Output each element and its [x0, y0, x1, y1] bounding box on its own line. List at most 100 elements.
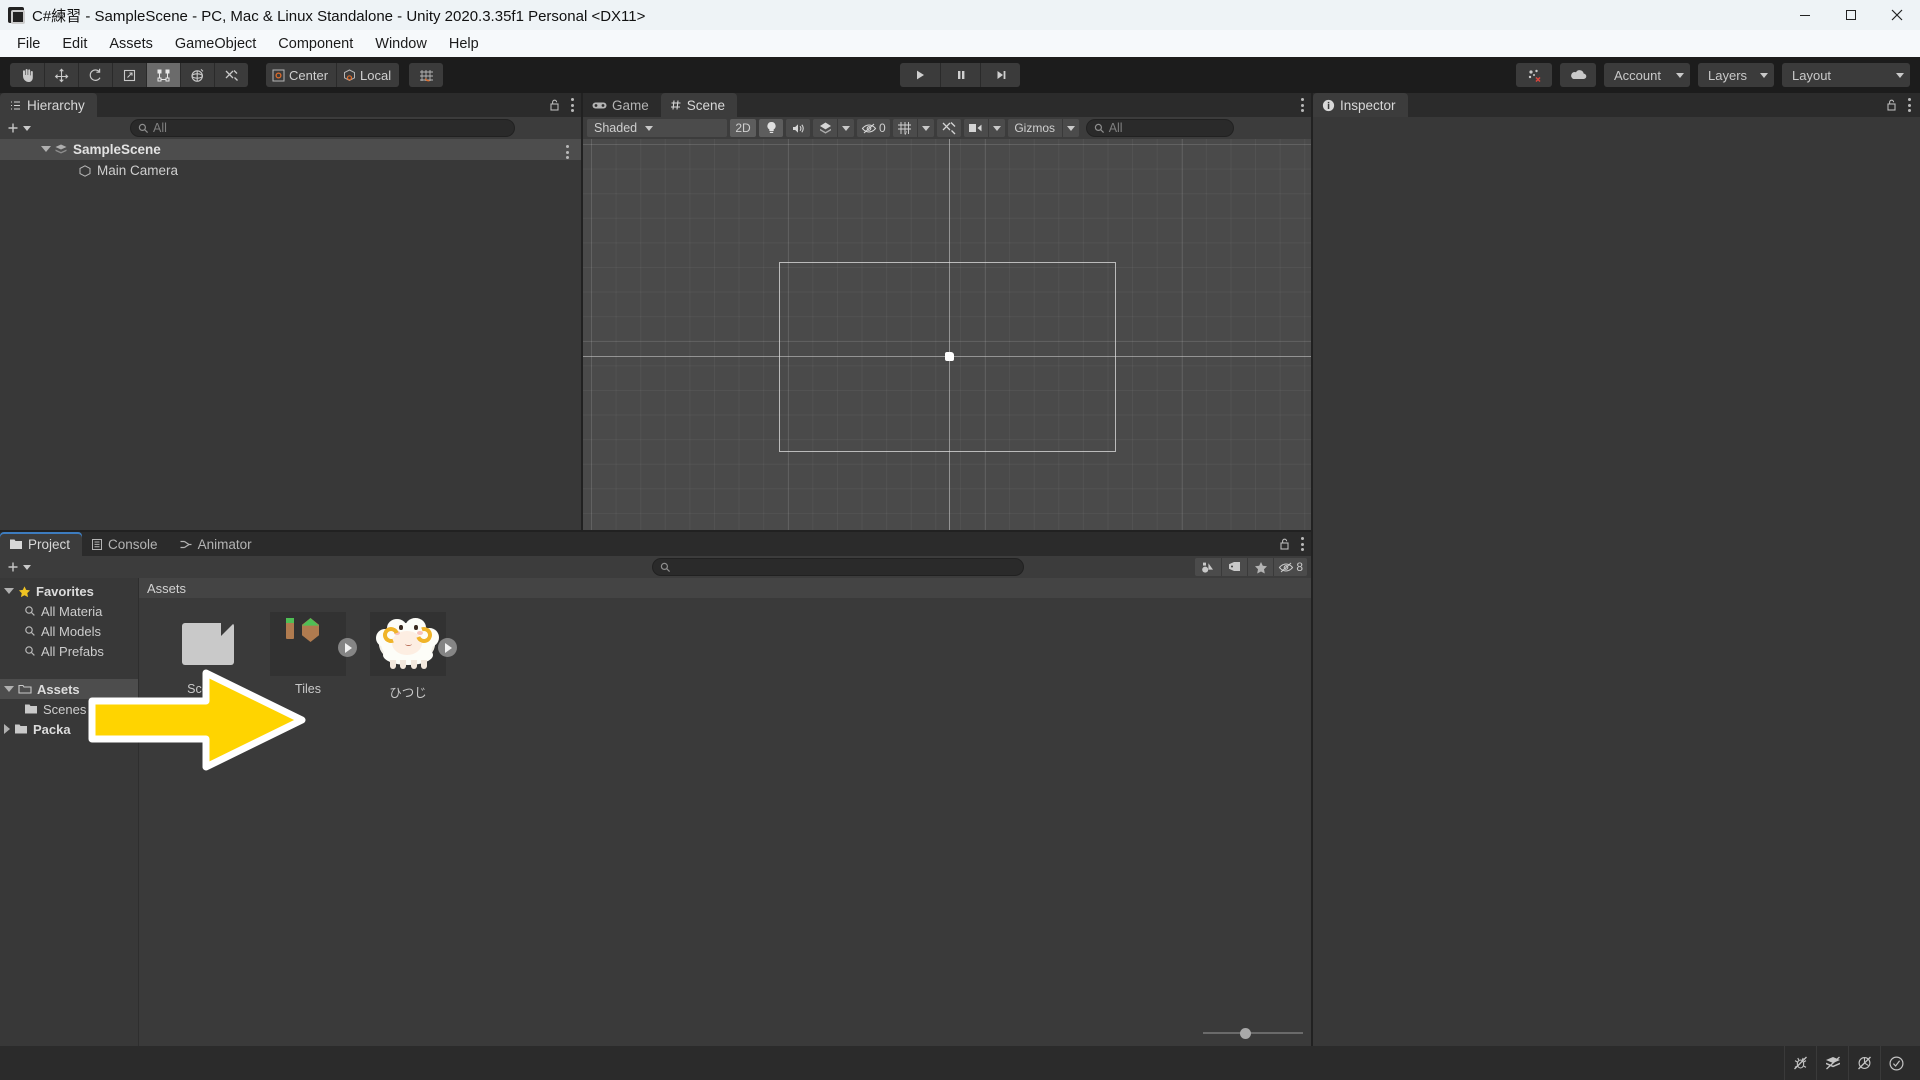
project-search-input[interactable]: [652, 558, 1024, 576]
chevron-down-icon[interactable]: [4, 588, 14, 594]
lock-icon[interactable]: [548, 98, 561, 112]
tree-item-assets[interactable]: Assets: [0, 679, 138, 699]
asset-item-tiles[interactable]: Tiles: [267, 612, 349, 701]
menu-gameobject[interactable]: GameObject: [164, 33, 267, 55]
panel-menu-icon[interactable]: [1301, 537, 1304, 551]
effects-dropdown-arrow[interactable]: [837, 119, 854, 137]
maximize-button[interactable]: [1828, 0, 1874, 30]
asset-zoom-slider[interactable]: [1203, 1026, 1303, 1040]
chevron-down-icon[interactable]: [41, 146, 51, 152]
grid-visibility-icon[interactable]: y: [893, 119, 917, 137]
tree-item-packages[interactable]: Packa: [0, 719, 138, 739]
chevron-down-icon[interactable]: [4, 686, 14, 692]
hidden-objects-toggle[interactable]: 0: [857, 119, 890, 137]
component-tools-icon[interactable]: [937, 119, 961, 137]
draw-mode-dropdown[interactable]: Shaded: [587, 119, 727, 137]
gizmos-dropdown-arrow[interactable]: [1062, 119, 1079, 137]
clear-on-play-icon[interactable]: [1848, 1046, 1880, 1080]
tab-project[interactable]: Project: [0, 532, 82, 556]
panel-menu-icon[interactable]: [1908, 98, 1911, 112]
scene-viewport[interactable]: [583, 139, 1313, 556]
chevron-down-icon: [1067, 126, 1075, 131]
slider-handle[interactable]: [1240, 1028, 1251, 1039]
scene-lighting-icon[interactable]: [759, 119, 783, 137]
tab-animator[interactable]: Animator: [170, 532, 264, 556]
menu-assets[interactable]: Assets: [98, 33, 164, 55]
ok-check-icon[interactable]: [1880, 1046, 1912, 1080]
menu-window[interactable]: Window: [364, 33, 438, 55]
search-by-label-icon[interactable]: [1221, 558, 1247, 576]
scene-audio-icon[interactable]: [786, 119, 810, 137]
debug-bug-icon[interactable]: [1784, 1046, 1816, 1080]
tree-item-scenes[interactable]: Scenes: [0, 699, 138, 719]
project-hidden-toggle[interactable]: 8: [1273, 558, 1307, 576]
toggle-2d-button[interactable]: 2D: [730, 119, 756, 137]
asset-item-hitsuji[interactable]: ひつじ: [367, 612, 449, 701]
expand-subassets-icon[interactable]: [338, 638, 357, 657]
tab-inspector[interactable]: Inspector: [1313, 93, 1408, 117]
tab-console[interactable]: Console: [82, 532, 170, 556]
tab-game[interactable]: Game: [583, 93, 661, 117]
inspector-tabrow: Inspector: [1313, 93, 1920, 117]
layout-dropdown[interactable]: Layout: [1782, 63, 1910, 87]
chevron-right-icon[interactable]: [4, 724, 10, 734]
divider-scene-project[interactable]: [0, 530, 1311, 532]
cloud-icon[interactable]: [1560, 63, 1596, 87]
hand-tool-icon[interactable]: [10, 63, 44, 87]
tree-item-all-materials[interactable]: All Materia: [0, 601, 138, 621]
grid-dropdown-arrow[interactable]: [917, 119, 934, 137]
toolbar-right-group: Account Layers Layout: [1516, 63, 1910, 87]
move-tool-icon[interactable]: [44, 63, 78, 87]
favorites-star-icon[interactable]: [1247, 558, 1273, 576]
tree-item-all-models[interactable]: All Models: [0, 621, 138, 641]
scene-camera-dropdown-arrow[interactable]: [988, 119, 1005, 137]
tree-item-all-prefabs[interactable]: All Prefabs: [0, 641, 138, 661]
grid-snap-icon[interactable]: [409, 63, 443, 87]
transform-tool-icon[interactable]: [180, 63, 214, 87]
main-toolbar: Center Local: [0, 57, 1920, 93]
tab-hierarchy[interactable]: Hierarchy: [0, 93, 97, 117]
divider-center-inspector[interactable]: [1311, 93, 1313, 1046]
camera-gizmo[interactable]: [945, 352, 954, 361]
hierarchy-toolbar: All: [0, 117, 583, 139]
search-by-type-icon[interactable]: [1195, 558, 1221, 576]
tab-scene[interactable]: Scene: [661, 93, 737, 117]
lock-icon[interactable]: [1278, 537, 1291, 551]
menu-file[interactable]: File: [6, 33, 51, 55]
tree-item-favorites[interactable]: Favorites: [0, 581, 138, 601]
hierarchy-search-input[interactable]: All: [130, 119, 515, 137]
account-dropdown[interactable]: Account: [1604, 63, 1690, 87]
scale-tool-icon[interactable]: [112, 63, 146, 87]
hierarchy-row-main-camera[interactable]: Main Camera: [0, 160, 583, 181]
menu-help[interactable]: Help: [438, 33, 490, 55]
pause-button[interactable]: [940, 63, 980, 87]
play-button[interactable]: [900, 63, 940, 87]
close-button[interactable]: [1874, 0, 1920, 30]
pivot-rotation-button[interactable]: Local: [336, 63, 399, 87]
scene-camera-icon[interactable]: [964, 119, 988, 137]
gizmos-button[interactable]: Gizmos: [1008, 119, 1062, 137]
hierarchy-row-samplescene[interactable]: SampleScene: [0, 139, 583, 160]
lock-icon[interactable]: [1885, 98, 1898, 112]
collapse-stack-icon[interactable]: [1816, 1046, 1848, 1080]
step-button[interactable]: [980, 63, 1020, 87]
effects-icon[interactable]: [813, 119, 837, 137]
panel-menu-icon[interactable]: [1301, 98, 1304, 112]
row-menu-icon[interactable]: [566, 145, 569, 159]
asset-item-scenes[interactable]: Scenes: [167, 612, 249, 701]
collab-icon[interactable]: [1516, 63, 1552, 87]
divider-hierarchy-scene[interactable]: [581, 93, 583, 532]
menu-component[interactable]: Component: [267, 33, 364, 55]
rect-tool-icon[interactable]: [146, 63, 180, 87]
rotate-tool-icon[interactable]: [78, 63, 112, 87]
layers-dropdown[interactable]: Layers: [1698, 63, 1774, 87]
menu-edit[interactable]: Edit: [51, 33, 98, 55]
scene-search-input[interactable]: All: [1086, 119, 1234, 137]
custom-tool-icon[interactable]: [214, 63, 248, 87]
create-object-button[interactable]: [6, 121, 31, 135]
panel-menu-icon[interactable]: [571, 98, 574, 112]
project-create-button[interactable]: [6, 560, 31, 574]
minimize-button[interactable]: [1782, 0, 1828, 30]
pivot-mode-button[interactable]: Center: [266, 63, 336, 87]
expand-subassets-icon[interactable]: [438, 638, 457, 657]
